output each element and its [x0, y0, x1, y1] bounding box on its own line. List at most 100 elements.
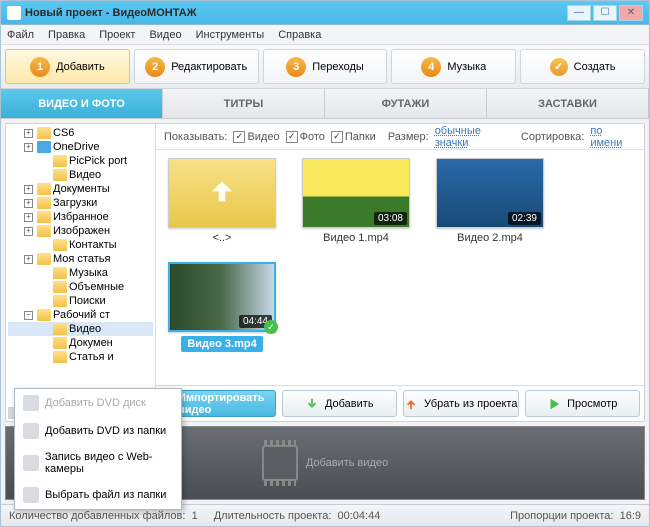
expand-icon[interactable]: +: [24, 199, 33, 208]
folder-icon: [37, 225, 51, 237]
maximize-button[interactable]: ☐: [593, 5, 617, 21]
menu-video[interactable]: Видео: [149, 29, 181, 41]
close-button[interactable]: ✕: [619, 5, 643, 21]
expand-icon[interactable]: +: [24, 143, 33, 152]
folder-icon: [37, 183, 51, 195]
tree-node-label: Музыка: [69, 267, 108, 279]
thumbnail-name: Видео 1.mp4: [323, 232, 389, 244]
thumbnail[interactable]: 03:08✓ Видео 1.mp4: [298, 158, 414, 244]
expand-icon[interactable]: +: [24, 213, 33, 222]
tree-node[interactable]: Статья и: [8, 350, 153, 364]
thumbnail-grid: <..>03:08✓Видео 1.mp402:39✓Видео 2.mp404…: [156, 150, 644, 385]
tree-node[interactable]: + Моя статья: [8, 252, 153, 266]
tree-node-label: OneDrive: [53, 141, 99, 153]
tree-node[interactable]: PicPick port: [8, 154, 153, 168]
tab-footage[interactable]: ФУТАЖИ: [325, 89, 487, 118]
tree-node[interactable]: Видео: [8, 322, 153, 336]
tree-node[interactable]: + Документы: [8, 182, 153, 196]
action-bar: Импортировать видео Добавить Убрать из п…: [156, 385, 644, 421]
add-button[interactable]: Добавить: [282, 390, 398, 417]
tree-node-label: Рабочий ст: [53, 309, 110, 321]
up-arrow-icon: [404, 397, 418, 411]
step-transitions[interactable]: 3Переходы: [263, 49, 388, 84]
tab-intros[interactable]: ЗАСТАВКИ: [487, 89, 649, 118]
tree-node-label: Видео: [69, 169, 101, 181]
tree-node-label: Докумен: [69, 337, 113, 349]
tree-node[interactable]: Контакты: [8, 238, 153, 252]
folder-tree[interactable]: + CS6 + OneDrive PicPick port Видео + Документы…: [6, 124, 156, 405]
tree-node-label: Изображен: [53, 225, 110, 237]
tree-node-label: Объемные: [69, 281, 124, 293]
folder-icon: [37, 211, 51, 223]
thumbnail-preview: 03:08✓: [302, 158, 410, 228]
play-icon: [547, 397, 561, 411]
tree-node-label: Документы: [53, 183, 110, 195]
tab-video-photo[interactable]: ВИДЕО И ФОТО: [1, 89, 163, 118]
folder-icon: [53, 267, 67, 279]
step-create[interactable]: ✓Создать: [520, 49, 645, 84]
thumbnail-name: <..>: [213, 232, 232, 244]
folder-icon: [53, 169, 67, 181]
expand-icon[interactable]: +: [24, 227, 33, 236]
tree-node[interactable]: Докумен: [8, 336, 153, 350]
file-icon: [23, 487, 39, 503]
popup-record-webcam[interactable]: Запись видео с Web-камеры: [15, 445, 181, 481]
filter-photo-checkbox[interactable]: ✓: [286, 131, 298, 143]
expand-icon[interactable]: −: [24, 311, 33, 320]
menu-project[interactable]: Проект: [99, 29, 135, 41]
steps-bar: 1Добавить 2Редактировать 3Переходы 4Музы…: [1, 45, 649, 89]
folder-icon: [37, 197, 51, 209]
expand-icon[interactable]: +: [24, 185, 33, 194]
film-icon: [262, 445, 298, 481]
size-link[interactable]: обычные значки: [435, 125, 515, 149]
tree-node-label: Статья и: [69, 351, 114, 363]
dvd-icon: [23, 395, 39, 411]
checkmark-icon: ✓: [264, 320, 278, 334]
thumbnail-name: Видео 3.mp4: [181, 336, 262, 352]
step-music[interactable]: 4Музыка: [391, 49, 516, 84]
tree-node[interactable]: + CS6: [8, 126, 153, 140]
filter-video-checkbox[interactable]: ✓: [233, 131, 245, 143]
tree-node-label: CS6: [53, 127, 74, 139]
tree-node[interactable]: Музыка: [8, 266, 153, 280]
tree-node[interactable]: Видео: [8, 168, 153, 182]
step-add[interactable]: 1Добавить: [5, 49, 130, 84]
tree-node-label: PicPick port: [69, 155, 127, 167]
sort-link[interactable]: по имени: [590, 125, 636, 149]
menubar: Файл Правка Проект Видео Инструменты Спр…: [1, 25, 649, 45]
tree-node-label: Моя статья: [53, 253, 110, 265]
thumbnail[interactable]: <..>: [164, 158, 280, 244]
tree-node[interactable]: − Рабочий ст: [8, 308, 153, 322]
menu-help[interactable]: Справка: [278, 29, 321, 41]
tree-node[interactable]: + Изображен: [8, 224, 153, 238]
tree-node[interactable]: Объемные: [8, 280, 153, 294]
tree-node[interactable]: +Избранное: [8, 210, 153, 224]
folder-icon: [53, 281, 67, 293]
duration-badge: 02:39: [508, 212, 541, 225]
thumbnail-preview: 04:44✓: [168, 262, 276, 332]
expand-icon[interactable]: +: [24, 255, 33, 264]
step-edit[interactable]: 2Редактировать: [134, 49, 259, 84]
tree-node[interactable]: +Загрузки: [8, 196, 153, 210]
popup-add-dvd-folder[interactable]: Добавить DVD из папки: [15, 417, 181, 445]
menu-file[interactable]: Файл: [7, 29, 34, 41]
folder-icon: [53, 295, 67, 307]
tab-titles[interactable]: ТИТРЫ: [163, 89, 325, 118]
popup-choose-file[interactable]: Выбрать файл из папки: [15, 481, 181, 509]
tree-node[interactable]: + OneDrive: [8, 140, 153, 154]
minimize-button[interactable]: —: [567, 5, 591, 21]
preview-button[interactable]: Просмотр: [525, 390, 641, 417]
remove-button[interactable]: Убрать из проекта: [403, 390, 519, 417]
filter-folders-checkbox[interactable]: ✓: [331, 131, 343, 143]
thumbnail[interactable]: 04:44✓ Видео 3.mp4: [164, 262, 280, 352]
folder-icon: [37, 141, 51, 153]
thumbnail[interactable]: 02:39✓Видео 2.mp4: [432, 158, 548, 244]
timeline-placeholder: Добавить видео: [306, 457, 388, 469]
menu-tools[interactable]: Инструменты: [196, 29, 265, 41]
menu-edit[interactable]: Правка: [48, 29, 85, 41]
tree-node[interactable]: Поиски: [8, 294, 153, 308]
expand-icon[interactable]: +: [24, 129, 33, 138]
thumbnail-name: Видео 2.mp4: [457, 232, 523, 244]
size-label: Размер:: [388, 131, 429, 143]
content-tabs: ВИДЕО И ФОТО ТИТРЫ ФУТАЖИ ЗАСТАВКИ: [1, 89, 649, 119]
